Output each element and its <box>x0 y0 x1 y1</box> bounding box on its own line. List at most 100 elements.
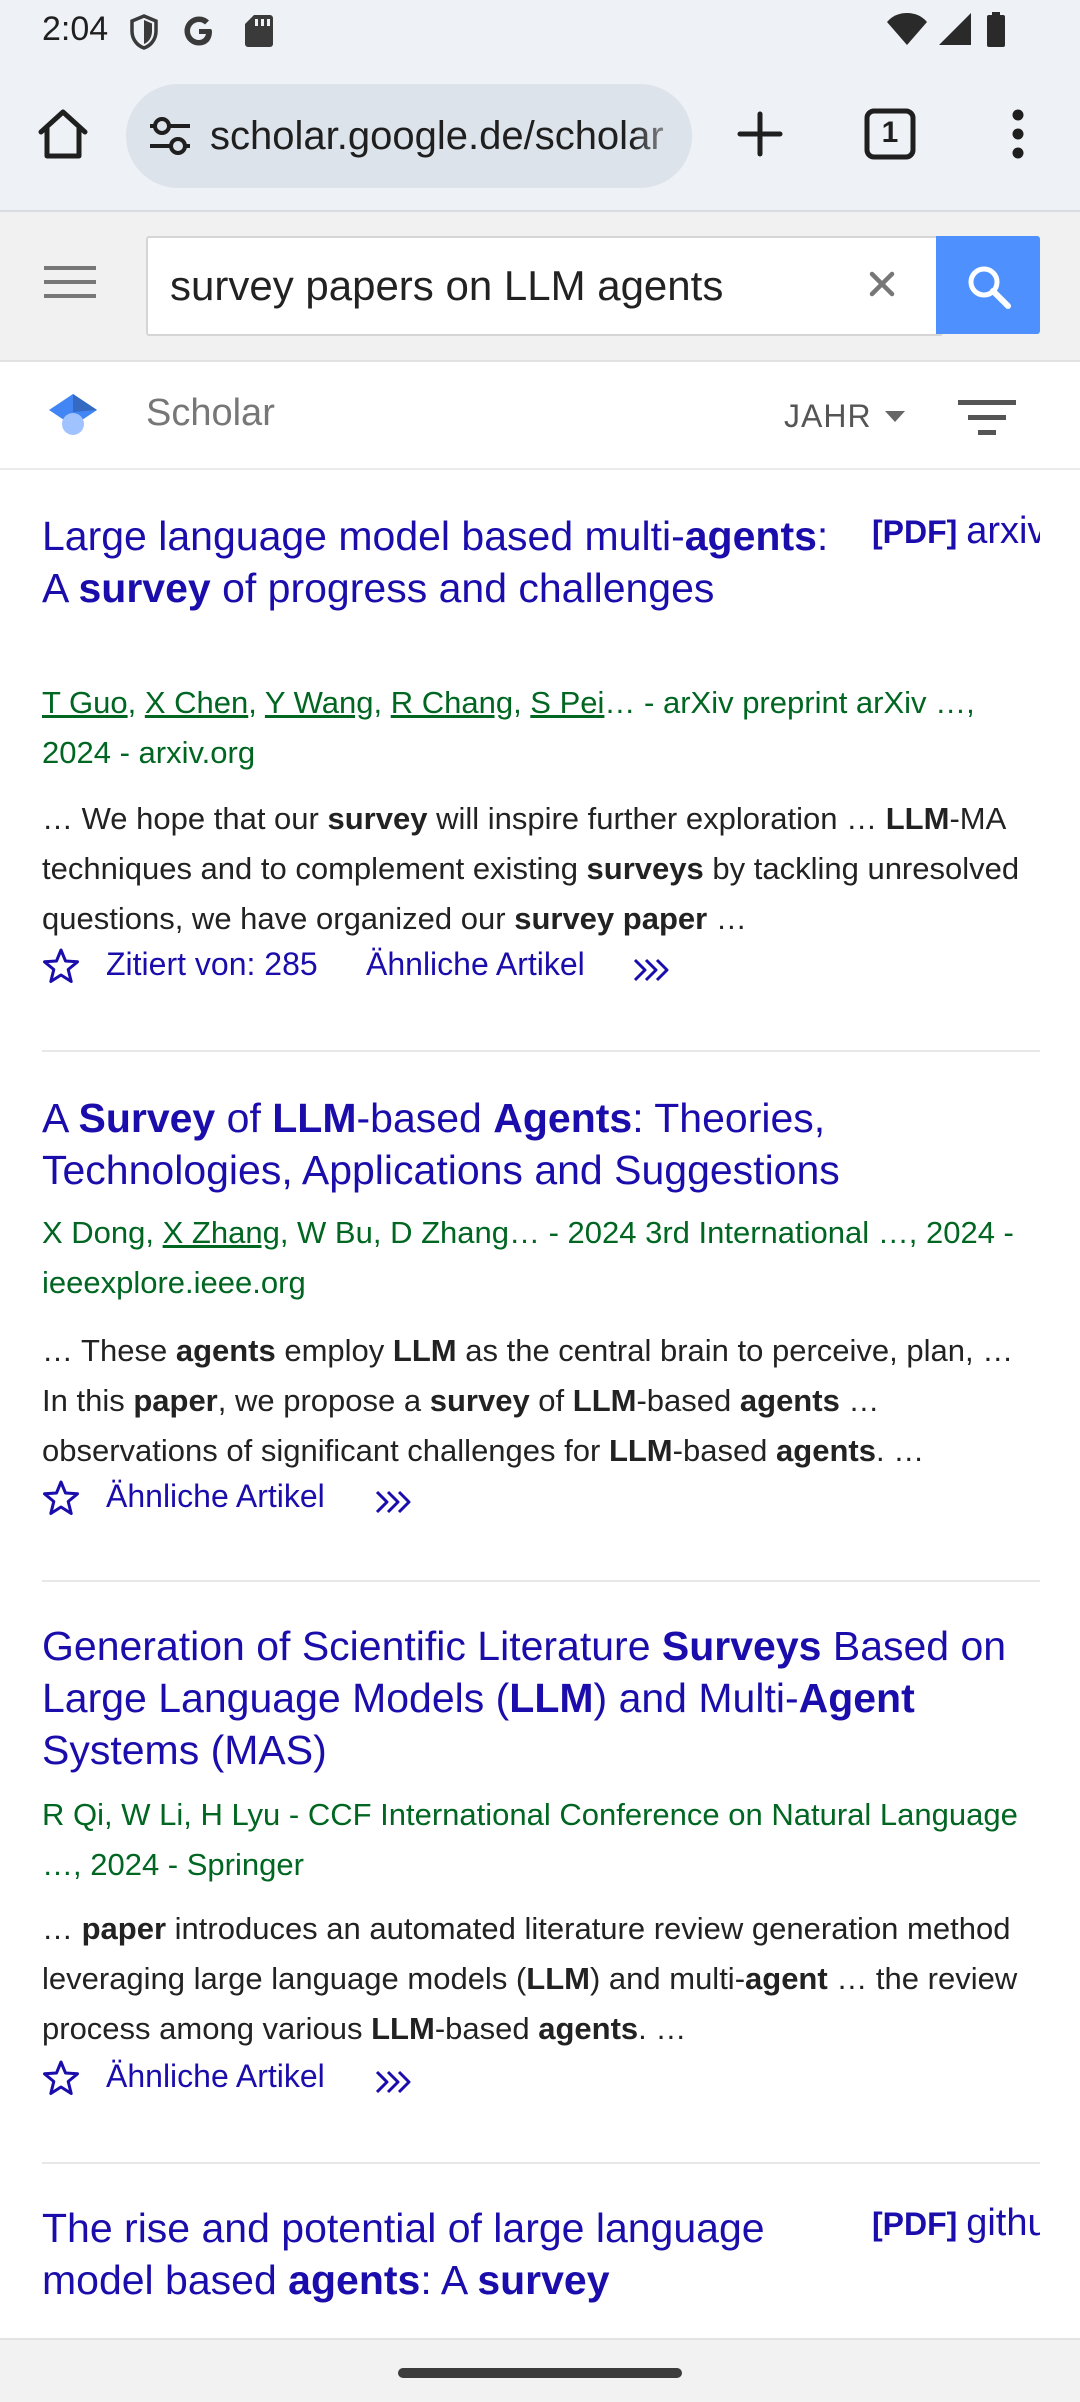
tab-count: 1 <box>881 116 899 149</box>
highlight-term: LLM <box>526 1961 590 1996</box>
caret-down-icon[interactable] <box>884 410 906 429</box>
related-articles-link[interactable]: Ähnliche Artikel <box>106 1478 325 1515</box>
star-save-icon[interactable] <box>42 948 80 992</box>
system-gesture-bar <box>0 2338 1080 2402</box>
text-segment: Systems (MAS) <box>42 1727 327 1773</box>
author-link[interactable]: X Zhang <box>163 1215 280 1250</box>
text-segment: ) and multi- <box>589 1961 746 1996</box>
more-versions-icon[interactable] <box>632 954 672 991</box>
address-bar[interactable]: scholar.google.de/scholar <box>126 84 692 188</box>
search-input[interactable] <box>170 256 820 316</box>
result-actions: Zitiert von: 285 Ähnliche Artikel <box>42 940 1040 990</box>
overflow-menu-icon[interactable] <box>1008 108 1028 165</box>
text-segment: will inspire further exploration … <box>427 801 886 836</box>
result-authors: X Dong, X Zhang, W Bu, D Zhang… - 2024 3… <box>42 1208 1040 1308</box>
meta-text: , <box>127 685 145 720</box>
highlight-term: Agent <box>798 1675 915 1721</box>
result-authors: T Guo, X Chen, Y Wang, R Chang, S Pei… -… <box>42 678 1040 778</box>
clear-search-icon[interactable] <box>860 262 904 311</box>
result-snippet: … We hope that our survey will inspire f… <box>42 794 1040 944</box>
related-articles-link[interactable]: Ähnliche Artikel <box>366 946 585 983</box>
highlight-term: agent <box>745 1961 828 1996</box>
text-segment: employ <box>275 1333 393 1368</box>
pdf-tag: [PDF] <box>872 2206 958 2242</box>
related-articles-link[interactable]: Ähnliche Artikel <box>106 2058 325 2095</box>
new-tab-plus-icon[interactable] <box>736 110 784 163</box>
text-segment: … <box>707 901 747 936</box>
scholar-logo-icon[interactable] <box>48 392 98 445</box>
text-segment: -based <box>636 1383 740 1418</box>
year-filter-dropdown[interactable]: JAHR <box>784 398 872 435</box>
author-link[interactable]: Y Wang <box>265 685 374 720</box>
meta-text: R Qi, W Li, H Lyu - CCF International Co… <box>42 1797 1018 1882</box>
text-segment: of progress and challenges <box>210 565 715 611</box>
search-button[interactable] <box>936 236 1040 334</box>
text-segment: -based <box>434 2011 539 2046</box>
wifi-icon <box>886 12 928 51</box>
result-title-link[interactable]: Large language model based multi-agents:… <box>42 510 862 614</box>
gesture-handle[interactable] <box>398 2368 682 2378</box>
highlight-term: LLM <box>392 1333 457 1368</box>
author-link[interactable]: X Chen <box>145 685 248 720</box>
google-g-icon <box>182 14 216 53</box>
star-save-icon[interactable] <box>42 1480 80 1524</box>
text-segment: A <box>42 1095 79 1141</box>
result-title-link[interactable]: Generation of Scientific Literature Surv… <box>42 1620 1040 1776</box>
cited-by-link[interactable]: Zitiert von: 285 <box>106 946 318 983</box>
author-link[interactable]: T Guo <box>42 685 128 720</box>
highlight-term: survey <box>327 801 428 836</box>
highlight-term: surveys <box>586 851 704 886</box>
highlight-term: agents <box>739 1383 840 1418</box>
highlight-term: Agents <box>493 1095 633 1141</box>
author-link[interactable]: R Chang <box>391 685 513 720</box>
pdf-host: arxiv.org <box>966 510 1040 552</box>
hamburger-menu-icon[interactable] <box>44 262 96 307</box>
site-settings-icon[interactable] <box>146 114 194 163</box>
pdf-link[interactable]: [PDF] arxiv.org <box>872 510 1040 553</box>
search-icon <box>966 264 1012 315</box>
highlight-term: LLM <box>371 2011 435 2046</box>
highlight-term: Surveys <box>661 1623 822 1669</box>
star-save-icon[interactable] <box>42 2060 80 2104</box>
text-segment: . … <box>638 2011 687 2046</box>
meta-text: , <box>373 685 391 720</box>
text-segment: Generation of Scientific Literature <box>42 1623 662 1669</box>
browser-toolbar: scholar.google.de/scholar 1 <box>0 64 1080 212</box>
text-segment: … We hope that our <box>42 801 328 836</box>
text-segment: . … <box>875 1433 925 1468</box>
filter-options-icon[interactable] <box>958 398 1016 443</box>
meta-text: X Dong, <box>42 1215 163 1250</box>
text-segment: of <box>529 1383 573 1418</box>
highlight-term: agents <box>776 1433 876 1468</box>
highlight-term: LLM <box>509 1675 594 1721</box>
text-segment: : A <box>420 2257 478 2303</box>
highlight-term: paper <box>81 1911 167 1946</box>
scholar-nav: Scholar JAHR <box>0 362 1080 470</box>
tab-switcher-icon[interactable]: 1 <box>864 108 916 160</box>
shield-icon <box>128 14 160 55</box>
result-authors: R Qi, W Li, H Lyu - CCF International Co… <box>42 1790 1040 1890</box>
author-link[interactable]: S Pei <box>530 685 604 720</box>
highlight-term: LLM <box>272 1095 357 1141</box>
more-versions-icon[interactable] <box>374 1486 414 1523</box>
result-snippet: … These agents employ LLM as the central… <box>42 1326 1040 1476</box>
text-segment: -based <box>672 1433 777 1468</box>
pdf-link[interactable]: [PDF] github.com <box>872 2202 1040 2245</box>
url-fade <box>632 84 692 188</box>
highlight-term: agents <box>175 1333 276 1368</box>
highlight-term: survey paper <box>514 901 708 936</box>
result-divider <box>42 1580 1040 1582</box>
highlight-term: agents <box>288 2257 421 2303</box>
text-segment: of <box>215 1095 273 1141</box>
home-icon[interactable] <box>36 108 90 165</box>
highlight-term: paper <box>133 1383 218 1418</box>
more-versions-icon[interactable] <box>374 2066 414 2103</box>
highlight-term: LLM <box>572 1383 637 1418</box>
scholar-title[interactable]: Scholar <box>146 392 275 435</box>
scholar-search-header <box>0 212 1080 362</box>
result-divider <box>42 1050 1040 1052</box>
result-title-link[interactable]: The rise and potential of large language… <box>42 2202 862 2306</box>
result-title-link[interactable]: A Survey of LLM-based Agents: Theories, … <box>42 1092 1040 1196</box>
text-segment: … These <box>42 1333 176 1368</box>
status-bar: 2:04 <box>0 0 1080 64</box>
